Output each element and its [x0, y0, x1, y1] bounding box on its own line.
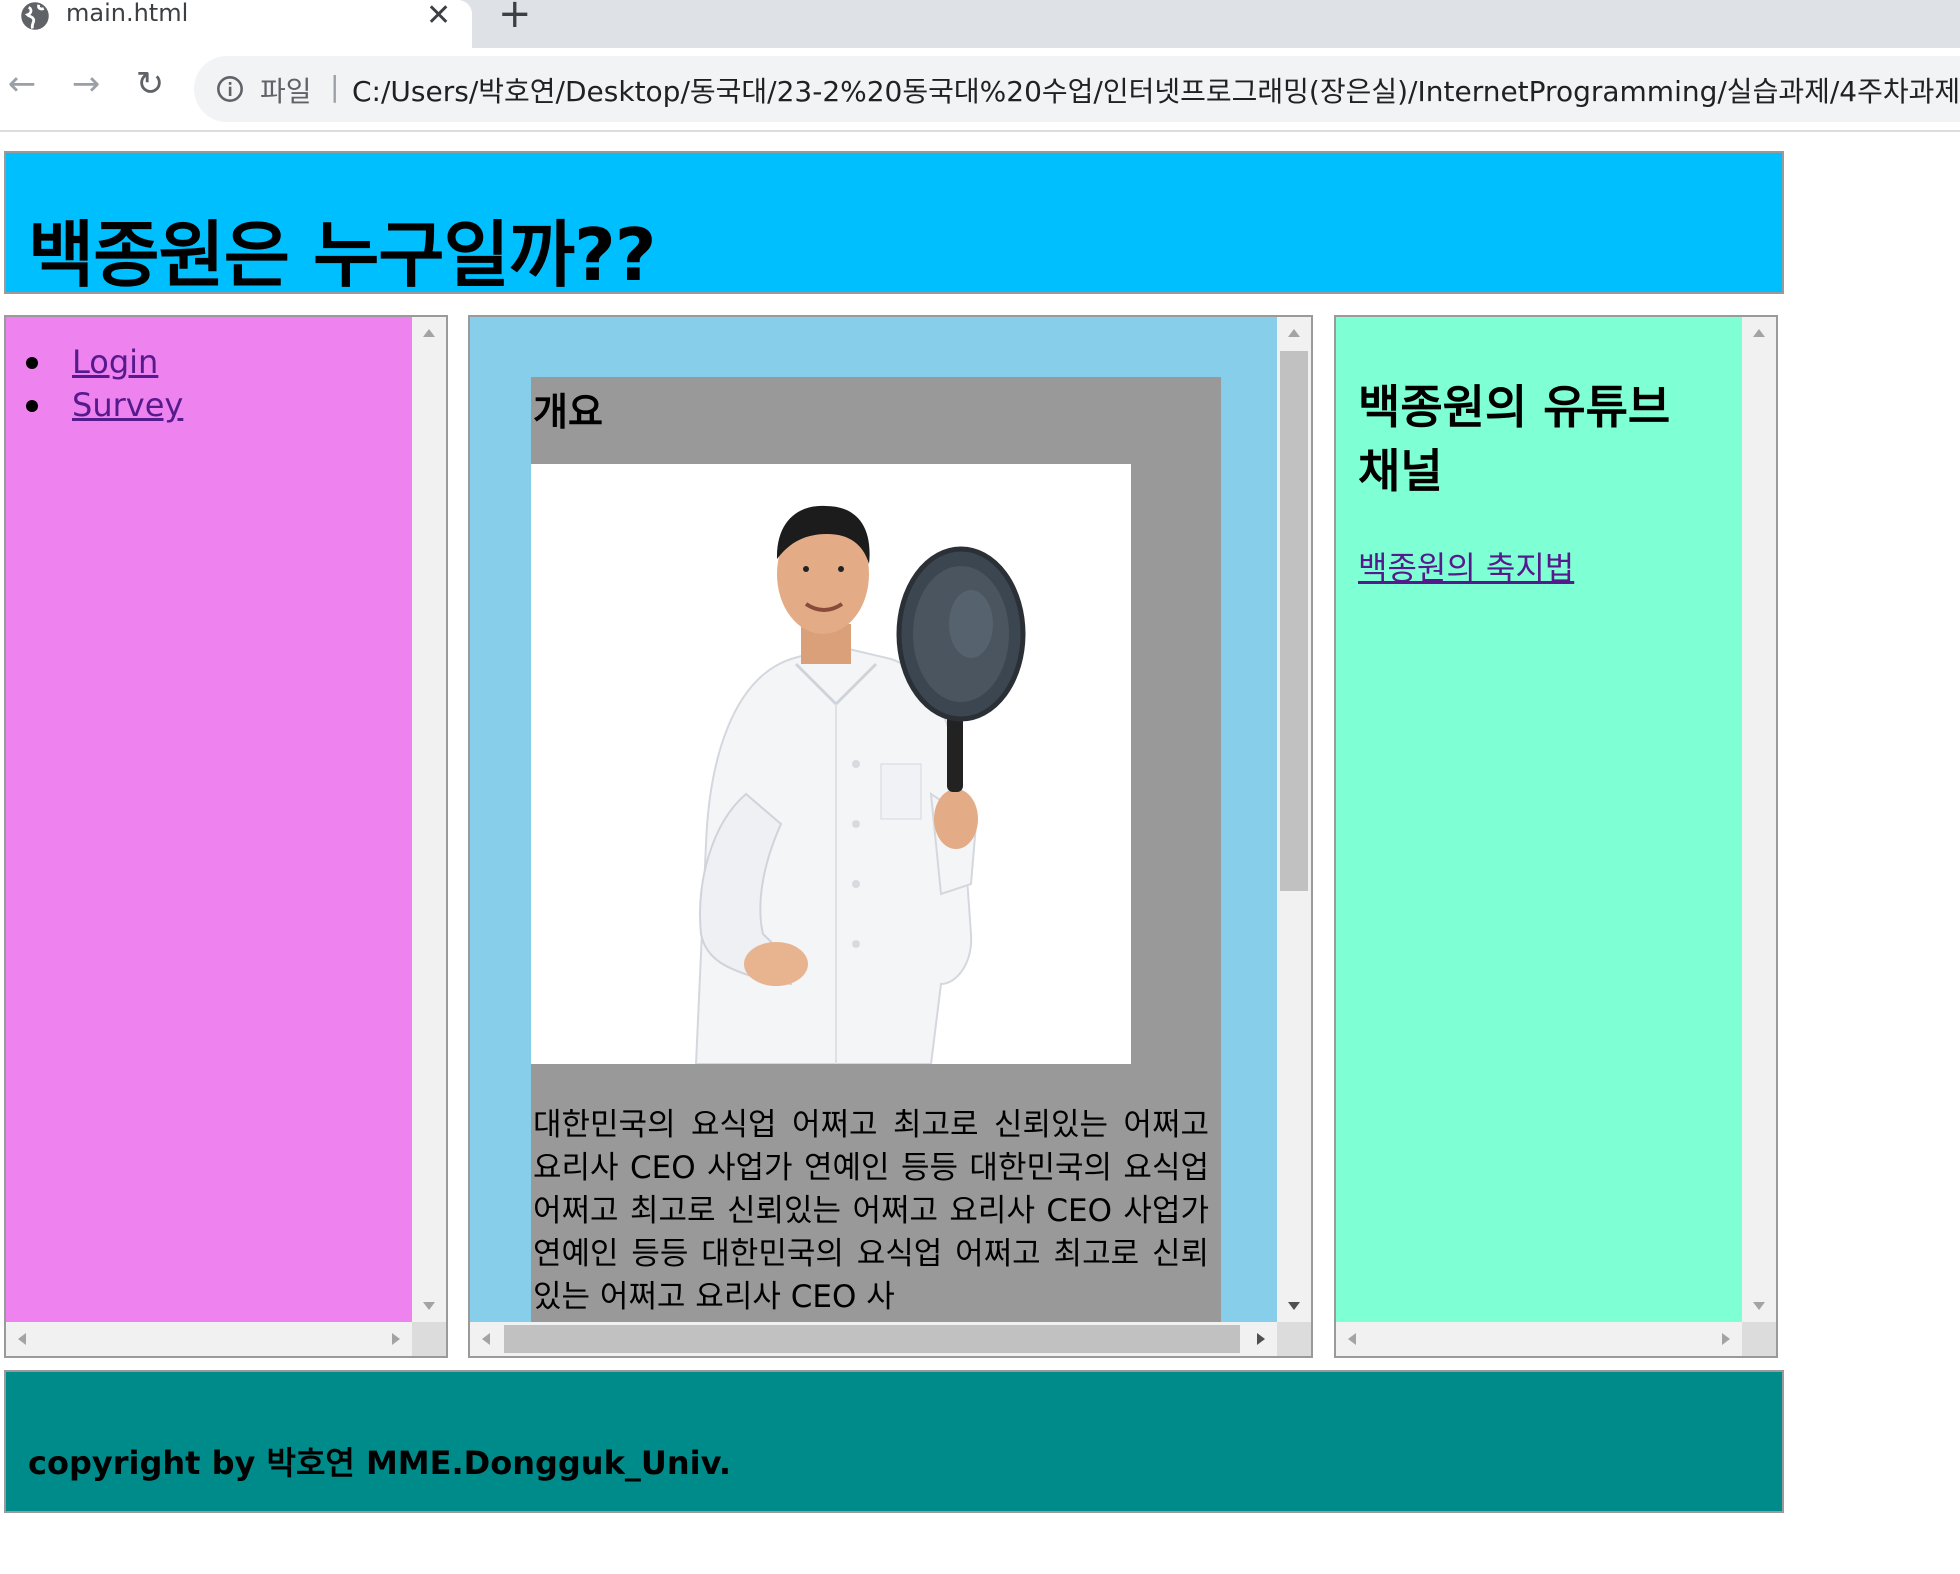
- scroll-up-icon[interactable]: [1753, 329, 1765, 337]
- horizontal-scrollbar[interactable]: [6, 1322, 412, 1356]
- scroll-right-icon[interactable]: [1257, 1333, 1265, 1345]
- scroll-left-icon[interactable]: [1348, 1333, 1356, 1345]
- scroll-down-icon[interactable]: [1753, 1302, 1765, 1310]
- page-header: 백종원은 누구일까??: [4, 151, 1784, 294]
- nav-item-login: Login: [24, 341, 183, 384]
- login-link[interactable]: Login: [72, 343, 158, 381]
- close-tab-icon[interactable]: ✕: [426, 0, 451, 33]
- info-icon[interactable]: [216, 75, 244, 103]
- main-frame: 개요 대한민국의 요식업 어쩌고 최고로 신뢰있는 어쩌고 요리사 CEO 사업…: [468, 315, 1313, 1358]
- horizontal-scroll-thumb[interactable]: [504, 1325, 1240, 1353]
- reload-icon[interactable]: ↻: [128, 62, 172, 106]
- scrollbar-corner: [1277, 1322, 1311, 1356]
- back-arrow-icon[interactable]: ←: [0, 62, 44, 106]
- forward-arrow-icon[interactable]: →: [64, 62, 108, 106]
- page-footer: copyright by 박호연 MME.Dongguk_Univ.: [4, 1370, 1784, 1513]
- article-heading: 개요: [533, 390, 603, 434]
- article: 개요 대한민국의 요식업 어쩌고 최고로 신뢰있는 어쩌고 요리사 CEO 사업…: [531, 377, 1221, 1322]
- address-bar[interactable]: 파일 | C:/Users/박호연/Desktop/동국대/23-2%20동국대…: [194, 56, 1960, 122]
- horizontal-scrollbar[interactable]: [1336, 1322, 1742, 1356]
- scroll-down-icon[interactable]: [1288, 1302, 1300, 1310]
- address-separator: |: [330, 70, 340, 103]
- aside-heading: 백종원의 유튜브 채널: [1358, 380, 1671, 498]
- nav-frame: Login Survey: [4, 315, 448, 1358]
- horizontal-scrollbar[interactable]: [470, 1322, 1277, 1356]
- scroll-right-icon[interactable]: [1722, 1333, 1730, 1345]
- scrollbar-corner: [1742, 1322, 1776, 1356]
- survey-link[interactable]: Survey: [72, 386, 183, 424]
- aside-frame: 백종원의 유튜브 채널 백종원의 축지법: [1334, 315, 1778, 1358]
- globe-icon: [21, 2, 49, 30]
- vertical-scrollbar[interactable]: [412, 317, 446, 1322]
- scroll-left-icon[interactable]: [482, 1333, 490, 1345]
- scroll-right-icon[interactable]: [392, 1333, 400, 1345]
- nav-frame-content: Login Survey: [6, 317, 412, 1322]
- aside-frame-content: 백종원의 유튜브 채널 백종원의 축지법: [1336, 317, 1742, 1322]
- vertical-scroll-thumb[interactable]: [1280, 351, 1308, 891]
- page-title: 백종원은 누구일까??: [28, 213, 657, 297]
- scroll-down-icon[interactable]: [423, 1302, 435, 1310]
- article-body: 대한민국의 요식업 어쩌고 최고로 신뢰있는 어쩌고 요리사 CEO 사업가 연…: [533, 1107, 1209, 1315]
- browser-toolbar: ← → ↻ 파일 | C:/Users/박호연/Desktop/동국대/23-2…: [0, 48, 1960, 132]
- browser-tab[interactable]: main.html ✕: [0, 0, 472, 48]
- url-text[interactable]: C:/Users/박호연/Desktop/동국대/23-2%20동국대%20수업…: [352, 70, 1960, 110]
- youtube-link[interactable]: 백종원의 축지법: [1358, 543, 1574, 589]
- copyright-text: copyright by 박호연 MME.Dongguk_Univ.: [28, 1444, 732, 1482]
- nav-list: Login Survey: [24, 341, 183, 427]
- scroll-left-icon[interactable]: [18, 1333, 26, 1345]
- new-tab-button[interactable]: +: [498, 0, 532, 34]
- tab-title: main.html: [66, 0, 189, 27]
- vertical-scrollbar[interactable]: [1277, 317, 1311, 1322]
- tab-strip: main.html ✕ +: [0, 0, 1960, 48]
- main-frame-content: 개요 대한민국의 요식업 어쩌고 최고로 신뢰있는 어쩌고 요리사 CEO 사업…: [470, 317, 1277, 1322]
- scrollbar-corner: [412, 1322, 446, 1356]
- chef-photo: [531, 464, 1131, 1064]
- scheme-label: 파일: [260, 75, 312, 108]
- nav-item-survey: Survey: [24, 384, 183, 427]
- scroll-up-icon[interactable]: [423, 329, 435, 337]
- vertical-scrollbar[interactable]: [1742, 317, 1776, 1322]
- scroll-up-icon[interactable]: [1288, 329, 1300, 337]
